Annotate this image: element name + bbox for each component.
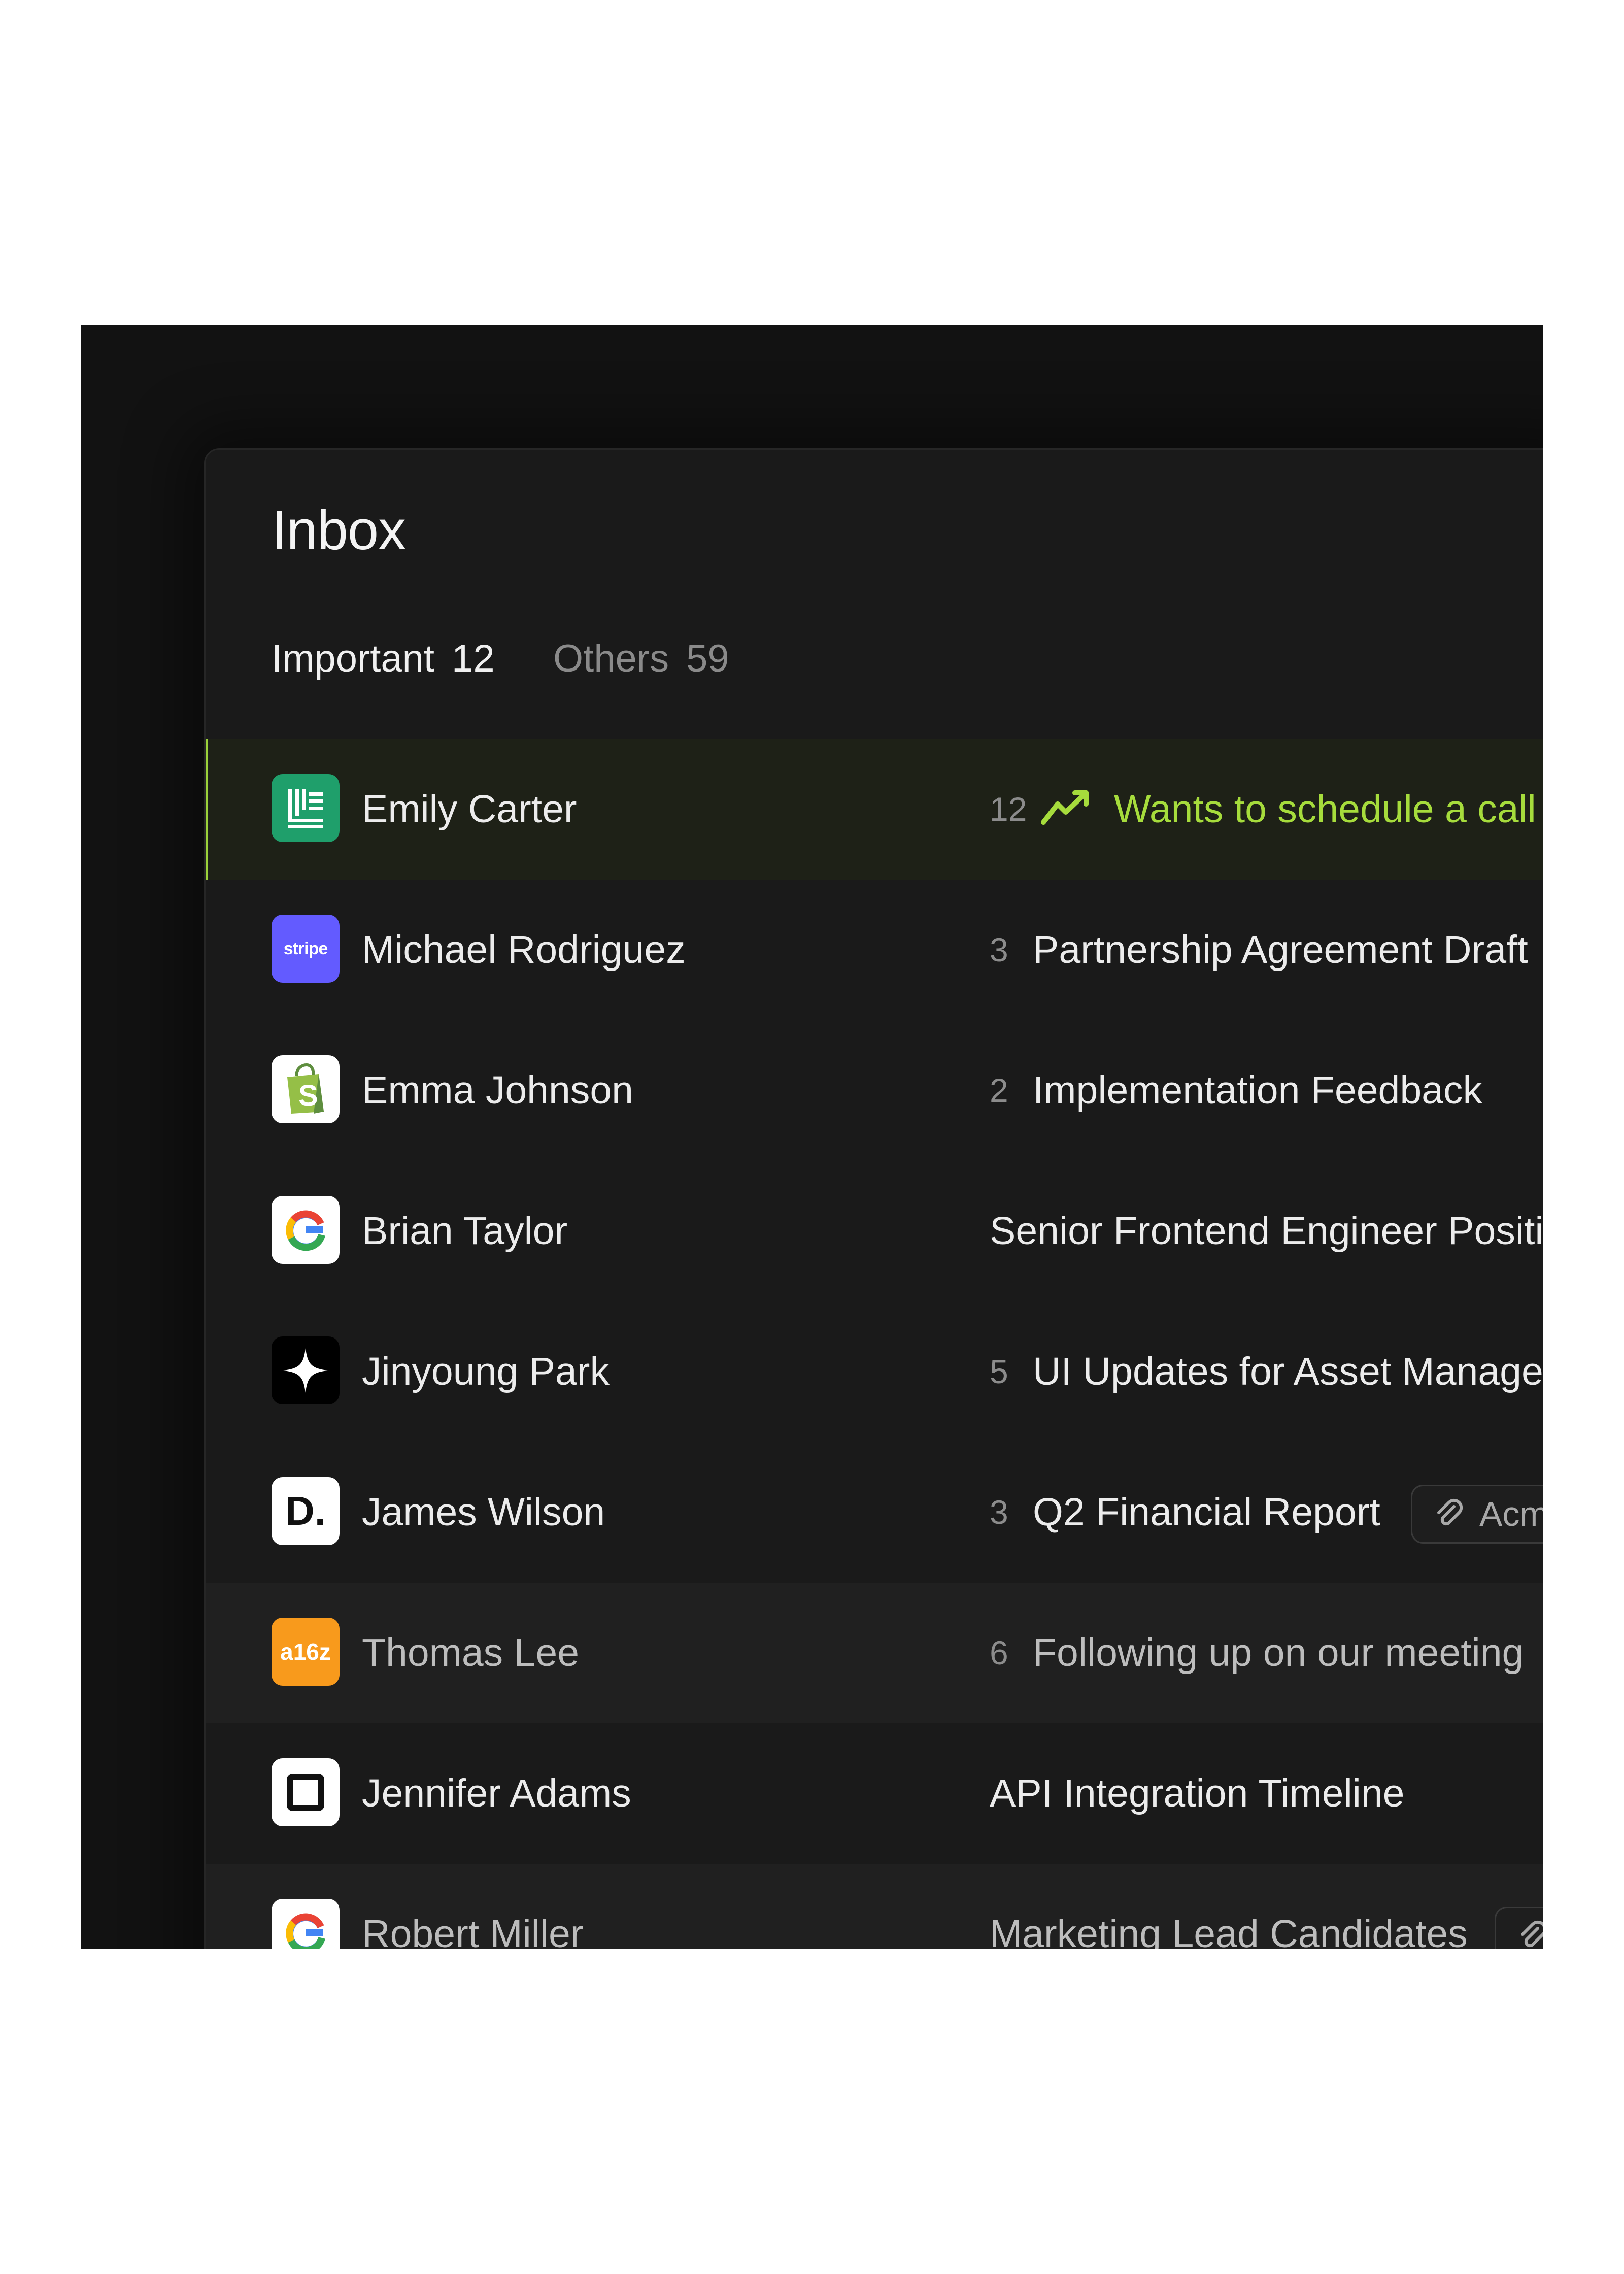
tab-important-label: Important (272, 637, 435, 680)
message-row-michael-rodriguez[interactable]: stripe Michael Rodriguez 3 Partnership A… (206, 880, 1543, 1020)
message-row-jinyoung-park[interactable]: Jinyoung Park 5 UI Updates for Asset Man… (206, 1301, 1543, 1442)
message-subject: Following up on our meeting (1033, 1631, 1524, 1675)
stripe-logo: stripe (272, 915, 340, 983)
attachment-chip[interactable] (1495, 1907, 1543, 1949)
tab-important-count: 12 (452, 637, 495, 680)
message-subject: Senior Frontend Engineer Positio (990, 1209, 1543, 1253)
tab-important[interactable]: Important 12 (272, 637, 495, 681)
thread-count: 6 (990, 1634, 1008, 1671)
attachment-label: Acme (1479, 1495, 1543, 1533)
message-subject: Q2 Financial Report (1033, 1490, 1380, 1534)
message-row-emma-johnson[interactable]: S Emma Johnson 2 Implementation Feedback (206, 1020, 1543, 1161)
paperclip-icon (1437, 1498, 1463, 1526)
message-subject: Wants to schedule a call (1114, 787, 1536, 831)
page-title: Inbox (272, 499, 406, 561)
google-g-icon (272, 1196, 340, 1264)
google-g-icon (272, 1899, 340, 1949)
sender-name: Emily Carter (362, 787, 577, 831)
sender-name: Jennifer Adams (362, 1771, 631, 1815)
sparkline-icon (1041, 790, 1089, 825)
paperclip-icon (1521, 1920, 1543, 1948)
d-dot-logo: D. (272, 1477, 340, 1545)
app-frame: Inbox Important 12 Others 59 Emily Carte… (81, 325, 1543, 1949)
message-row-emily-carter[interactable]: Emily Carter 12 Wants to schedule a call (206, 739, 1543, 880)
sender-name: Jinyoung Park (362, 1350, 610, 1393)
message-subject: Implementation Feedback (1033, 1068, 1482, 1112)
message-row-robert-miller[interactable]: Robert Miller Marketing Lead Candidates (206, 1864, 1543, 1949)
message-row-brian-taylor[interactable]: Brian Taylor Senior Frontend Engineer Po… (206, 1161, 1543, 1301)
message-row-thomas-lee[interactable]: a16z Thomas Lee 6 Following up on our me… (206, 1583, 1543, 1723)
sender-name: Thomas Lee (362, 1631, 580, 1675)
svg-text:S: S (298, 1079, 318, 1112)
sender-name: Emma Johnson (362, 1068, 633, 1112)
sender-name: Michael Rodriguez (362, 928, 686, 972)
attachment-chip[interactable]: Acme (1411, 1485, 1543, 1544)
brand-green-icon (272, 774, 340, 842)
message-row-james-wilson[interactable]: D. James Wilson 3 Q2 Financial Report Ac… (206, 1442, 1543, 1583)
message-subject: UI Updates for Asset Managem (1033, 1350, 1543, 1393)
tab-others[interactable]: Others 59 (553, 637, 729, 681)
thread-count: 3 (990, 1493, 1008, 1531)
square-outline-icon (272, 1758, 340, 1826)
a16z-logo: a16z (272, 1618, 340, 1686)
message-subject: API Integration Timeline (990, 1771, 1405, 1815)
thread-count: 2 (990, 1072, 1008, 1109)
sender-name: James Wilson (362, 1490, 605, 1534)
inbox-panel: Inbox Important 12 Others 59 Emily Carte… (204, 448, 1543, 1949)
sender-name: Robert Miller (362, 1912, 584, 1949)
message-row-jennifer-adams[interactable]: Jennifer Adams API Integration Timeline (206, 1723, 1543, 1864)
message-subject: Marketing Lead Candidates (990, 1912, 1468, 1949)
sender-name: Brian Taylor (362, 1209, 568, 1253)
thread-count: 12 (990, 790, 1027, 828)
message-subject: Partnership Agreement Draft (1033, 928, 1528, 972)
thread-count: 5 (990, 1353, 1008, 1390)
shopify-bag-icon: S (272, 1055, 340, 1123)
thread-count: 3 (990, 931, 1008, 968)
tab-others-label: Others (553, 637, 669, 680)
selected-indicator (206, 739, 208, 880)
tab-others-count: 59 (686, 637, 729, 680)
sparkle-star-icon (272, 1336, 340, 1404)
